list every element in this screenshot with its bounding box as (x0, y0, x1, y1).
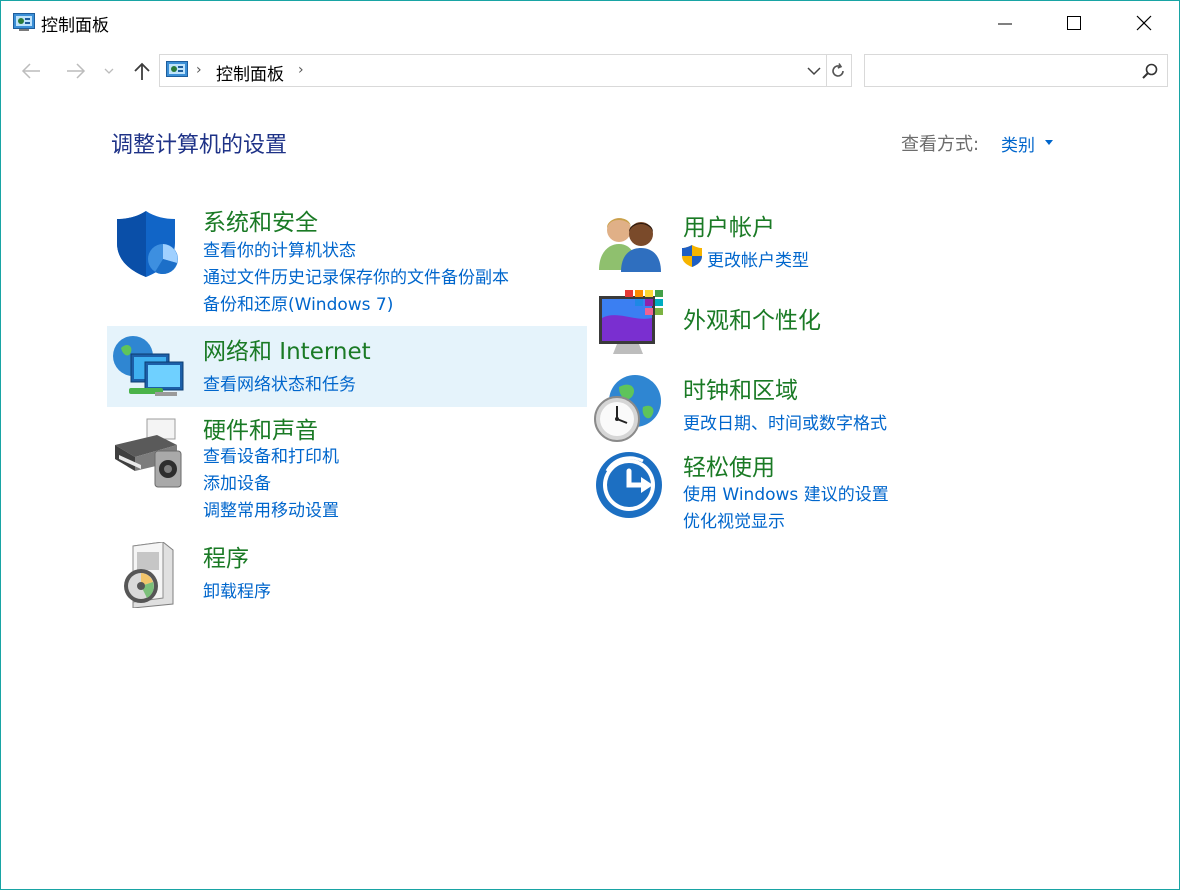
link-change-account-type[interactable]: 更改帐户类型 (707, 246, 809, 271)
control-panel-icon (13, 13, 35, 31)
up-button[interactable] (129, 59, 155, 83)
control-panel-window: 控制面板 › 控制面板 › 调整计算机的设置 查看方式: 类别 系统和安全 查看… (0, 0, 1180, 890)
category-programs: 程序 卸载程序 (107, 536, 587, 616)
link-add-device[interactable]: 添加设备 (203, 469, 271, 494)
maximize-button[interactable] (1051, 1, 1097, 45)
network-icon[interactable] (111, 332, 187, 402)
address-bar[interactable]: › 控制面板 › (159, 54, 827, 87)
breadcrumb-chevron-icon[interactable]: › (298, 62, 304, 78)
category-system-security: 系统和安全 查看你的计算机状态 通过文件历史记录保存你的文件备份副本 备份和还原… (107, 201, 587, 323)
search-icon[interactable] (1141, 62, 1159, 80)
category-title-programs[interactable]: 程序 (203, 539, 249, 573)
forward-button[interactable] (63, 59, 89, 83)
appearance-icon[interactable] (597, 290, 667, 358)
link-optimize-visual-display[interactable]: 优化视觉显示 (683, 507, 785, 532)
category-hardware-sound: 硬件和声音 查看设备和打印机 添加设备 调整常用移动设置 (107, 409, 587, 529)
link-mobility-settings[interactable]: 调整常用移动设置 (203, 496, 339, 521)
category-title-ease-of-access[interactable]: 轻松使用 (683, 448, 775, 482)
back-button[interactable] (18, 59, 44, 83)
window-title: 控制面板 (41, 16, 109, 36)
recent-locations-button[interactable] (99, 59, 119, 83)
programs-icon[interactable] (119, 542, 181, 608)
page-title: 调整计算机的设置 (111, 133, 288, 158)
link-view-devices-printers[interactable]: 查看设备和打印机 (203, 442, 339, 467)
caret-down-icon[interactable] (1045, 140, 1053, 145)
category-title-network-internet[interactable]: 网络和 Internet (203, 332, 371, 366)
category-title-clock-region[interactable]: 时钟和区域 (683, 371, 798, 405)
minimize-button[interactable] (982, 1, 1028, 45)
link-uninstall-program[interactable]: 卸载程序 (203, 577, 271, 602)
category-title-appearance[interactable]: 外观和个性化 (683, 301, 821, 335)
chevron-down-icon[interactable] (804, 61, 824, 81)
search-input[interactable] (864, 54, 1168, 87)
category-ease-of-access: 轻松使用 使用 Windows 建议的设置 优化视觉显示 (589, 445, 1069, 535)
link-change-date-time-format[interactable]: 更改日期、时间或数字格式 (683, 409, 887, 434)
category-title-hardware-sound[interactable]: 硬件和声音 (203, 411, 318, 445)
shield-icon[interactable] (113, 209, 183, 279)
breadcrumb-chevron-icon[interactable]: › (196, 62, 202, 78)
control-panel-icon (166, 61, 188, 77)
view-by-label: 查看方式: (901, 134, 980, 155)
ease-of-access-icon[interactable] (595, 451, 665, 521)
maximize-icon (1067, 16, 1081, 30)
refresh-button[interactable] (825, 54, 852, 87)
category-network-internet[interactable]: 网络和 Internet 查看网络状态和任务 (107, 326, 587, 407)
minimize-icon (998, 23, 1012, 25)
clock-globe-icon[interactable] (593, 373, 663, 443)
close-button[interactable] (1121, 1, 1167, 45)
title-bar: 控制面板 (1, 1, 1179, 45)
link-view-computer-status[interactable]: 查看你的计算机状态 (203, 236, 356, 261)
link-backup-restore[interactable]: 备份和还原(Windows 7) (203, 290, 393, 315)
printer-icon[interactable] (111, 417, 187, 489)
back-arrow-icon (21, 63, 40, 79)
category-clock-region: 时钟和区域 更改日期、时间或数字格式 (589, 369, 1069, 443)
chevron-down-icon (104, 68, 114, 74)
link-view-network-status[interactable]: 查看网络状态和任务 (203, 370, 356, 395)
view-by-dropdown[interactable]: 类别 (1001, 131, 1035, 156)
category-appearance: 外观和个性化 (589, 286, 1069, 360)
category-title-user-accounts[interactable]: 用户帐户 (683, 208, 775, 242)
uac-shield-icon (682, 245, 702, 267)
up-arrow-icon (134, 62, 150, 80)
users-icon[interactable] (597, 212, 665, 272)
breadcrumb-control-panel[interactable]: 控制面板 (216, 60, 284, 85)
refresh-icon (832, 62, 844, 77)
category-user-accounts: 用户帐户 更改帐户类型 (589, 206, 1069, 276)
link-file-history-backup[interactable]: 通过文件历史记录保存你的文件备份副本 (203, 263, 509, 288)
category-title-system-security[interactable]: 系统和安全 (203, 203, 318, 237)
link-windows-recommended-settings[interactable]: 使用 Windows 建议的设置 (683, 480, 889, 505)
close-icon (1136, 15, 1152, 31)
forward-arrow-icon (67, 63, 86, 79)
